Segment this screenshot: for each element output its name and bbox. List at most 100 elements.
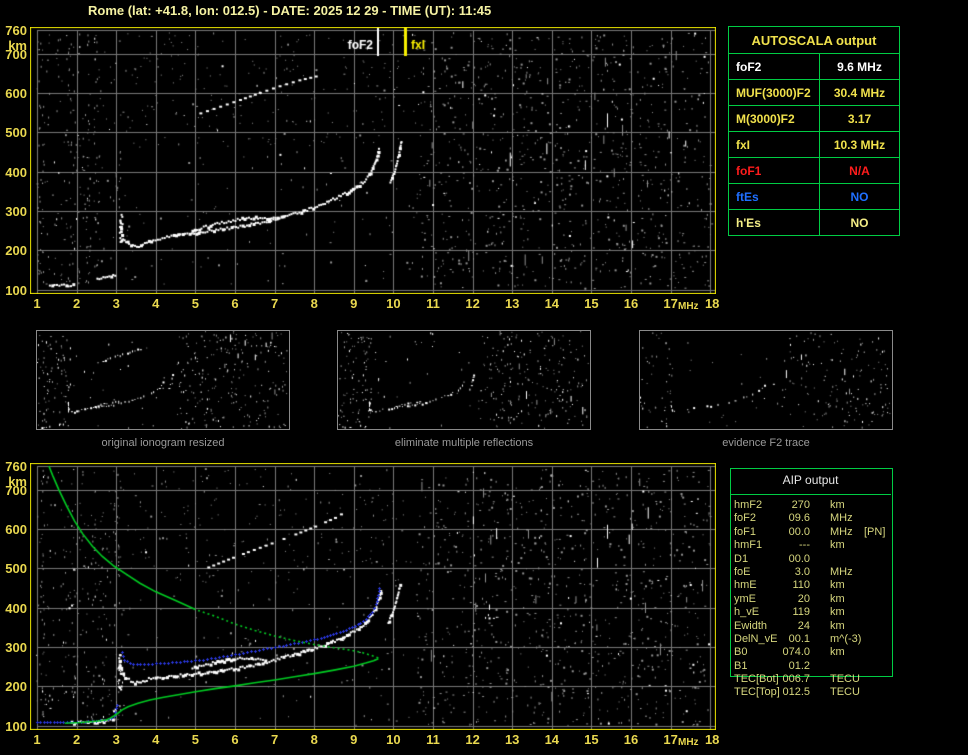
aip-value: 110 <box>792 579 810 592</box>
autoscala-table-title: AUTOSCALA output <box>728 26 900 54</box>
bottom_ionogram-xaxis-unit: MHz <box>678 737 699 748</box>
top_ionogram-xtick-4: 4 <box>152 296 160 311</box>
bottom_ionogram-ytick-600: 600 <box>5 521 27 537</box>
aip-header-divider <box>730 494 891 495</box>
aip-row-B0: B0 074.0 km <box>730 646 893 659</box>
aip-unit: TECU <box>830 686 860 699</box>
bottom_ionogram-xtick-9: 9 <box>350 732 358 747</box>
aip-row-foF2: foF2 09.6 MHz <box>730 512 893 525</box>
aip-label: hmF1 <box>734 539 763 552</box>
aip-value: 24 <box>797 619 810 632</box>
aip-rows: hmF2 270 km foF2 09.6 MHz foF1 00.0 MHz [PN] hmF1 -… <box>730 499 893 700</box>
top_ionogram-canvas <box>30 27 716 294</box>
aip-row-TEC[Top]: TEC[Top] 012.5 TECU <box>730 686 893 699</box>
aip-value: 006.7 <box>782 673 810 686</box>
bottom_ionogram-ytick-200: 200 <box>5 679 27 695</box>
bottom_ionogram-xtick-14: 14 <box>544 732 560 747</box>
aip-unit: km <box>830 619 845 632</box>
bottom_ionogram-ytick-300: 300 <box>5 639 27 655</box>
aip-label: B0 <box>734 646 748 659</box>
top_ionogram-xaxis-unit: MHz <box>678 301 699 312</box>
aip-label: hmF2 <box>734 499 763 511</box>
top_ionogram-xtick-10: 10 <box>386 296 401 311</box>
bottom_ionogram-ytick-500: 500 <box>5 561 27 577</box>
processing-panel-2-canvas <box>337 330 591 430</box>
bottom_ionogram-xtick-7: 7 <box>270 732 279 747</box>
aip-label: hmE <box>734 579 757 592</box>
aip-unit: m^(-3) <box>830 632 862 645</box>
station-title: Rome (lat: +41.8, lon: 012.5) - DATE: 20… <box>88 3 492 18</box>
aip-row-B1: B1 01.2 <box>730 660 893 673</box>
autoscala-param-label: foF2 <box>728 53 820 80</box>
bottom_ionogram-xtick-15: 15 <box>584 732 599 747</box>
bottom_ionogram-xtick-6: 6 <box>231 732 239 747</box>
bottom_ionogram-xtick-13: 13 <box>504 732 520 747</box>
aip-unit: km <box>830 499 845 511</box>
autoscala-param-label: ftEs <box>728 183 820 210</box>
autoscala-param-value: 3.17 <box>819 105 900 132</box>
bottom_ionogram-xtick-10: 10 <box>386 732 401 747</box>
autoscala-param-value: N/A <box>819 157 900 184</box>
bottom_ionogram-ytick-760: 760 <box>5 459 27 474</box>
aip-row-hmE: hmE 110 km <box>730 579 893 592</box>
processing-panel-3: evidence F2 trace <box>639 330 893 449</box>
autoscala-row-ftEs: ftEs NO <box>728 183 900 210</box>
top_ionogram-xtick-5: 5 <box>191 296 199 311</box>
autoscala-param-value: 10.3 MHz <box>819 131 900 158</box>
aip-row-hmF1: hmF1 --- km <box>730 539 893 552</box>
top_ionogram-yaxis-unit: km <box>8 38 27 53</box>
aip-row-DelN_vE: DelN_vE 00.1 m^(-3) <box>730 633 893 646</box>
aip-unit: MHz <box>830 565 853 578</box>
aip-label: foF1 <box>734 525 757 538</box>
processing-panel-1-canvas <box>36 330 290 430</box>
autoscala-output-table: AUTOSCALA output foF2 9.6 MHz MUF(3000)F2 3… <box>728 26 900 236</box>
top_ionogram-xtick-16: 16 <box>623 296 639 311</box>
top_ionogram-ytick-400: 400 <box>5 164 27 180</box>
aip-unit: km <box>830 539 845 552</box>
aip-unit: MHz <box>830 525 853 538</box>
aip-row-TEC[Bot]: TEC[Bot] 006.7 TECU <box>730 673 893 686</box>
aip-extra: [PN] <box>864 525 886 538</box>
top_ionogram-ytick-600: 600 <box>5 85 27 101</box>
processing-panel-1: original ionogram resized <box>36 330 290 449</box>
aip-label: D1 <box>734 552 749 565</box>
aip-unit: km <box>830 592 845 605</box>
aip-value: 00.0 <box>788 552 810 565</box>
aip-table-title: AIP output <box>782 473 839 487</box>
aip-value: 01.2 <box>788 659 810 672</box>
autoscala-row-M(3000)F2: M(3000)F2 3.17 <box>728 105 900 132</box>
top_ionogram-xtick-15: 15 <box>584 296 599 311</box>
autoscala-screen: Rome (lat: +41.8, lon: 012.5) - DATE: 20… <box>0 0 968 755</box>
aip-row-foF1: foF1 00.0 MHz [PN] <box>730 526 893 539</box>
top_ionogram-ytick-100: 100 <box>5 282 27 298</box>
aip-label: Ewidth <box>734 619 768 632</box>
top_ionogram-xtick-12: 12 <box>465 296 480 311</box>
aip-unit: km <box>830 606 845 619</box>
autoscala-row-MUF(3000)F2: MUF(3000)F2 30.4 MHz <box>728 79 900 106</box>
top_ionogram-ytick-200: 200 <box>5 243 27 259</box>
top_ionogram-xtick-1: 1 <box>33 296 41 311</box>
aip-value: 00.1 <box>788 632 810 645</box>
aip-value: 09.6 <box>788 512 810 525</box>
autoscala-row-h'Es: h'Es NO <box>728 209 900 236</box>
aip-value: 20 <box>797 592 810 605</box>
autoscala-row-foF1: foF1 N/A <box>728 157 900 184</box>
top_ionogram-xtick-14: 14 <box>544 296 560 311</box>
processing-panel-3-canvas <box>639 330 893 430</box>
aip-unit: km <box>830 646 845 659</box>
autoscala-param-label: M(3000)F2 <box>728 105 820 132</box>
aip-row-foE: foE 3.0 MHz <box>730 566 893 579</box>
aip-row-ymE: ymE 20 km <box>730 593 893 606</box>
bottom_ionogram-canvas <box>30 463 716 730</box>
bottom_ionogram-xtick-1: 1 <box>33 732 41 747</box>
processing-panel-2: eliminate multiple reflections <box>337 330 591 449</box>
bottom_ionogram-ytick-100: 100 <box>5 718 27 734</box>
bottom_ionogram-xtick-18: 18 <box>704 732 720 747</box>
aip-value: --- <box>799 539 810 552</box>
aip-label: foF2 <box>734 512 757 525</box>
aip-unit: TECU <box>830 673 860 686</box>
autoscala-param-label: MUF(3000)F2 <box>728 79 820 106</box>
aip-unit: MHz <box>830 512 853 525</box>
autoscala-param-label: foF1 <box>728 157 820 184</box>
bottom_ionogram-xtick-11: 11 <box>426 732 440 747</box>
